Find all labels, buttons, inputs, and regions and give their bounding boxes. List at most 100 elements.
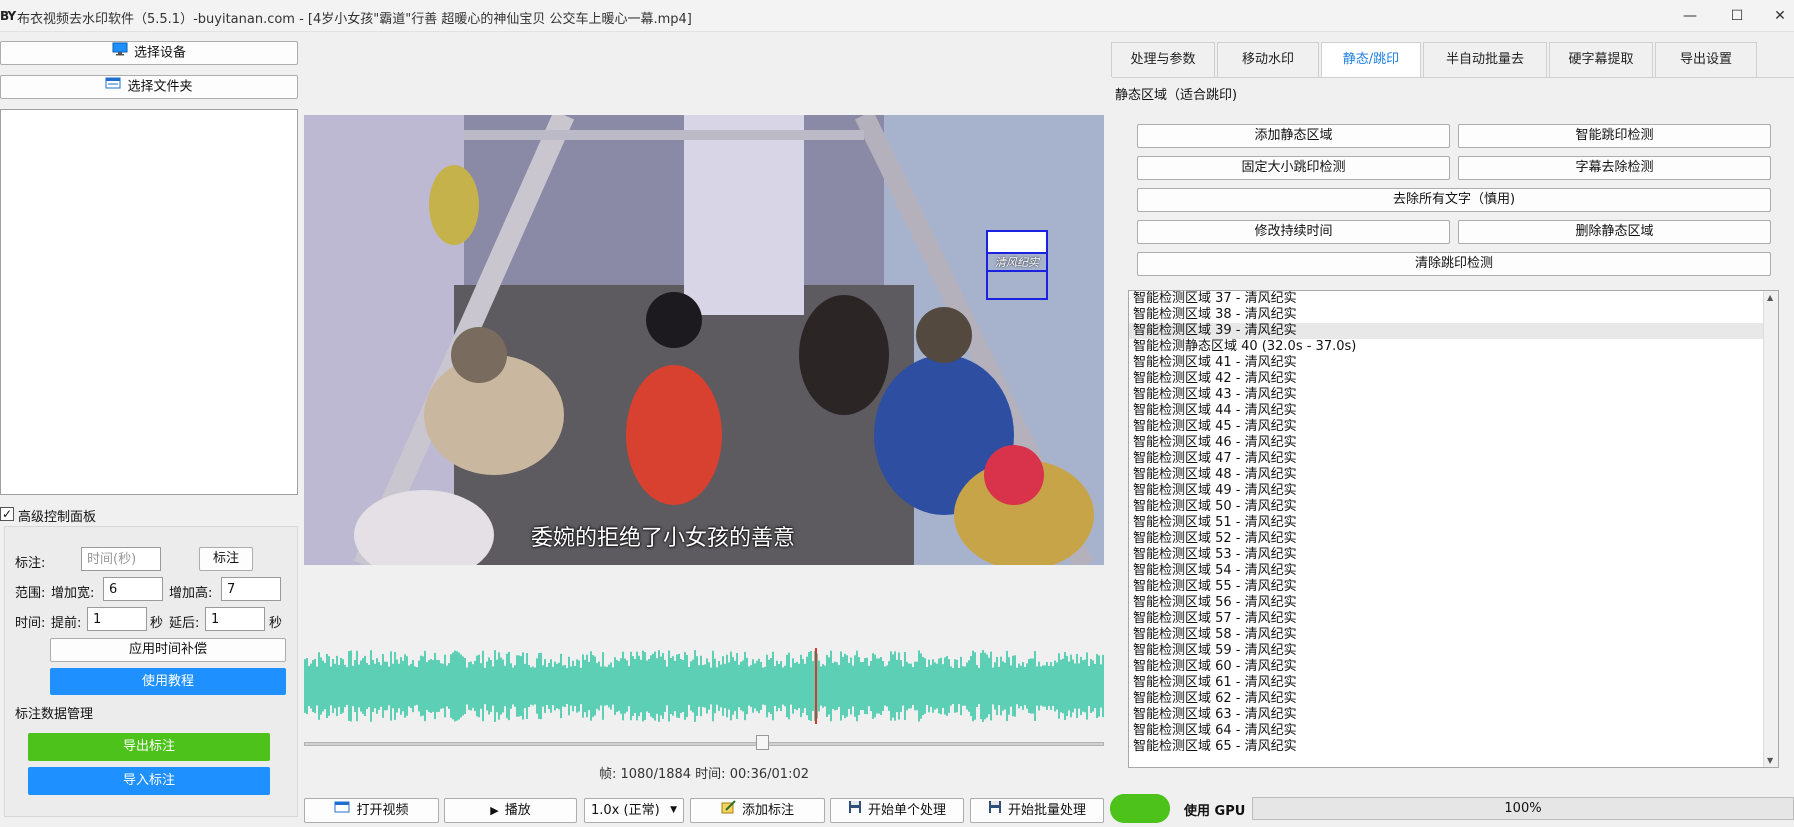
annotate-button[interactable]: 标注	[199, 547, 253, 571]
list-item[interactable]: 智能检测区域 37 - 清风纪实	[1129, 291, 1778, 307]
annotate-time-input[interactable]	[81, 547, 161, 571]
frame-info: 帧: 1080/1884 时间: 00:36/01:02	[598, 767, 809, 782]
import-annotation-button[interactable]: 导入标注	[28, 767, 270, 795]
detection-box[interactable]: 清风纪实	[986, 230, 1048, 300]
tab-item[interactable]: 半自动批量去	[1423, 42, 1547, 77]
after-input[interactable]	[205, 607, 265, 631]
play-button[interactable]: ▶ 播放	[444, 798, 577, 823]
playhead[interactable]	[815, 648, 817, 724]
gpu-toggle[interactable]	[1110, 794, 1170, 823]
tab-item[interactable]: 硬字幕提取	[1549, 42, 1653, 77]
smart-jump-detect-button[interactable]: 智能跳印检测	[1458, 124, 1771, 148]
list-item[interactable]: 智能检测区域 64 - 清风纪实	[1129, 723, 1778, 739]
app-logo: BY	[0, 9, 16, 23]
select-device-button[interactable]: 选择设备	[0, 41, 298, 65]
close-button[interactable]: ✕	[1766, 4, 1794, 28]
list-item[interactable]: 智能检测区域 56 - 清风纪实	[1129, 595, 1778, 611]
folder-icon	[334, 799, 350, 822]
timeline-slider-track[interactable]	[304, 742, 1104, 746]
list-item[interactable]: 智能检测区域 38 - 清风纪实	[1129, 307, 1778, 323]
list-item[interactable]: 智能检测区域 53 - 清风纪实	[1129, 547, 1778, 563]
before-input[interactable]	[87, 607, 147, 631]
maximize-button[interactable]: ☐	[1723, 4, 1751, 28]
tab-item[interactable]: 静态/跳印	[1321, 42, 1421, 78]
delete-static-region-button[interactable]: 删除静态区域	[1458, 220, 1771, 244]
list-item[interactable]: 智能检测区域 58 - 清风纪实	[1129, 627, 1778, 643]
clear-jump-detect-button[interactable]: 清除跳印检测	[1137, 252, 1771, 276]
folder-icon	[105, 76, 121, 98]
list-item[interactable]: 智能检测区域 52 - 清风纪实	[1129, 531, 1778, 547]
list-item[interactable]: 智能检测区域 55 - 清风纪实	[1129, 579, 1778, 595]
tab-item[interactable]: 导出设置	[1655, 42, 1757, 77]
gpu-usage-bar: 100%	[1252, 797, 1794, 820]
list-item[interactable]: 智能检测区域 50 - 清风纪实	[1129, 499, 1778, 515]
list-item[interactable]: 智能检测区域 47 - 清风纪实	[1129, 451, 1778, 467]
watermark-text: 清风纪实	[988, 252, 1046, 272]
scroll-up-icon[interactable]: ▲	[1767, 293, 1773, 302]
after-label: 延后:	[169, 616, 200, 631]
tab-item[interactable]: 处理与参数	[1111, 42, 1215, 77]
modify-duration-button[interactable]: 修改持续时间	[1137, 220, 1450, 244]
list-item[interactable]: 智能检测区域 60 - 清风纪实	[1129, 659, 1778, 675]
export-annotation-button[interactable]: 导出标注	[28, 733, 270, 761]
list-scrollbar[interactable]: ▲ ▼	[1763, 291, 1778, 767]
list-item[interactable]: 智能检测区域 51 - 清风纪实	[1129, 515, 1778, 531]
list-item[interactable]: 智能检测区域 49 - 清风纪实	[1129, 483, 1778, 499]
list-item[interactable]: 智能检测区域 63 - 清风纪实	[1129, 707, 1778, 723]
file-list[interactable]	[0, 109, 298, 495]
list-item[interactable]: 智能检测区域 61 - 清风纪实	[1129, 675, 1778, 691]
video-frame-image	[304, 115, 1104, 565]
timeline-slider-handle[interactable]	[756, 735, 770, 750]
title-bar: BY 布衣视频去水印软件（5.5.1）-buyitanan.com - [4岁小…	[0, 0, 1794, 32]
time-label: 时间:	[15, 616, 45, 631]
list-item[interactable]: 智能检测静态区域 40 (32.0s - 37.0s)	[1129, 339, 1778, 355]
list-item[interactable]: 智能检测区域 62 - 清风纪实	[1129, 691, 1778, 707]
advanced-panel: 标注: 标注 范围: 增加宽: 增加高: 时间: 提前: 秒 延后: 秒 应用时…	[4, 526, 298, 817]
fixed-jump-detect-button[interactable]: 固定大小跳印检测	[1137, 156, 1450, 180]
audio-waveform[interactable]	[304, 648, 1104, 724]
subtitle-remove-detect-button[interactable]: 字幕去除检测	[1458, 156, 1771, 180]
list-item[interactable]: 智能检测区域 43 - 清风纪实	[1129, 387, 1778, 403]
list-item[interactable]: 智能检测区域 39 - 清风纪实	[1129, 323, 1778, 339]
select-folder-button[interactable]: 选择文件夹	[0, 75, 298, 99]
start-batch-button[interactable]: 开始批量处理	[970, 798, 1104, 823]
save-icon	[848, 799, 862, 822]
add-height-input[interactable]	[221, 577, 281, 601]
list-item[interactable]: 智能检测区域 42 - 清风纪实	[1129, 371, 1778, 387]
speed-value: 1.0x (正常)	[591, 803, 660, 818]
list-item[interactable]: 智能检测区域 54 - 清风纪实	[1129, 563, 1778, 579]
remove-all-text-button[interactable]: 去除所有文字（慎用)	[1137, 188, 1771, 212]
list-item[interactable]: 智能检测区域 57 - 清风纪实	[1129, 611, 1778, 627]
apply-time-comp-button[interactable]: 应用时间补偿	[50, 638, 286, 662]
minimize-button[interactable]: —	[1676, 4, 1704, 28]
tutorial-button[interactable]: 使用教程	[50, 668, 286, 695]
list-item[interactable]: 智能检测区域 45 - 清风纪实	[1129, 419, 1778, 435]
add-static-region-button[interactable]: 添加静态区域	[1137, 124, 1450, 148]
list-item[interactable]: 智能检测区域 41 - 清风纪实	[1129, 355, 1778, 371]
list-item[interactable]: 智能检测区域 44 - 清风纪实	[1129, 403, 1778, 419]
open-video-button[interactable]: 打开视频	[304, 798, 439, 823]
list-item[interactable]: 智能检测区域 65 - 清风纪实	[1129, 739, 1778, 755]
range-label: 范围:	[15, 586, 45, 601]
add-width-input[interactable]	[103, 577, 163, 601]
tab-item[interactable]: 移动水印	[1217, 42, 1319, 77]
data-mgmt-label: 标注数据管理	[15, 707, 94, 722]
list-item[interactable]: 智能检测区域 46 - 清风纪实	[1129, 435, 1778, 451]
speed-select[interactable]: 1.0x (正常) ▼	[584, 798, 684, 823]
video-preview[interactable]: 委婉的拒绝了小女孩的善意 清风纪实	[304, 115, 1104, 565]
start-single-button[interactable]: 开始单个处理	[830, 798, 964, 823]
list-item[interactable]: 智能检测区域 59 - 清风纪实	[1129, 643, 1778, 659]
start-batch-label: 开始批量处理	[1007, 803, 1086, 818]
add-annotation-button[interactable]: 添加标注	[690, 798, 825, 823]
region-list[interactable]: 智能检测区域 37 - 清风纪实 智能检测区域 38 - 清风纪实 智能检测区域 3…	[1128, 290, 1779, 768]
before-label: 提前:	[51, 616, 82, 631]
chevron-down-icon: ▼	[670, 805, 677, 815]
list-item[interactable]: 智能检测区域 48 - 清风纪实	[1129, 467, 1778, 483]
region-list-items: 智能检测区域 37 - 清风纪实 智能检测区域 38 - 清风纪实 智能检测区域 3…	[1129, 291, 1778, 755]
add-height-label: 增加高:	[169, 586, 213, 601]
advanced-panel-checkbox[interactable]: ✓	[0, 507, 14, 521]
open-video-label: 打开视频	[356, 803, 409, 818]
play-label: 播放	[504, 803, 531, 818]
detection-box-top	[988, 232, 1046, 252]
scroll-down-icon[interactable]: ▼	[1767, 756, 1773, 765]
